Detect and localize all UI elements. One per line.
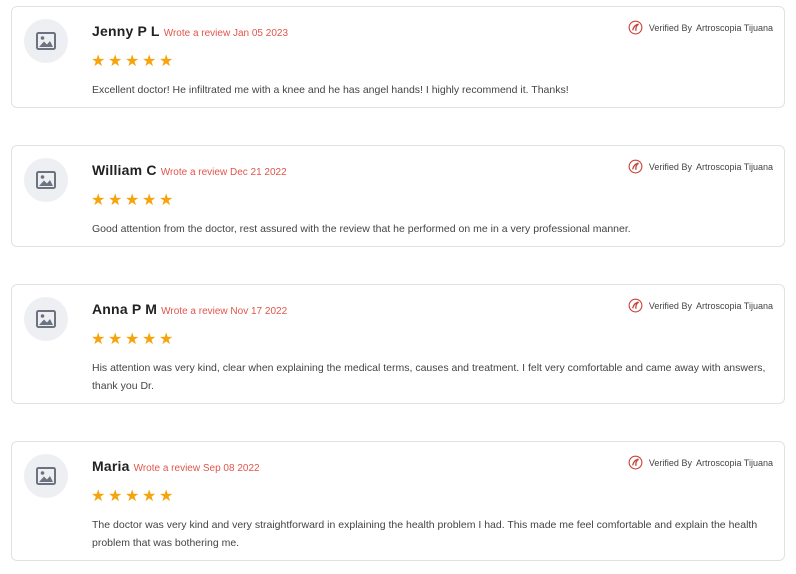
- image-placeholder-icon: [36, 171, 56, 189]
- star-icon: ★: [91, 329, 106, 348]
- clinic-logo-icon: [628, 20, 643, 35]
- review-card: Anna P M Wrote a review Nov 17 2022 Veri…: [11, 284, 785, 404]
- review-card: Maria Wrote a review Sep 08 2022 Verifie…: [11, 441, 785, 561]
- review-date: Wrote a review Jan 05 2023: [163, 28, 289, 39]
- star-icon: ★: [108, 51, 123, 70]
- star-icon: ★: [125, 190, 140, 209]
- verified-label: Verified By: [648, 457, 692, 468]
- review-card: William C Wrote a review Dec 21 2022 Ver…: [11, 145, 785, 247]
- verified-label: Verified By: [648, 300, 692, 311]
- review-date: Wrote a review Sep 08 2022: [133, 463, 260, 474]
- review-date: Wrote a review Nov 17 2022: [161, 306, 288, 317]
- star-rating: ★ ★ ★ ★ ★: [91, 53, 176, 69]
- verified-label: Verified By: [648, 22, 692, 33]
- reviewer-name: Jenny P L: [92, 23, 160, 39]
- star-icon: ★: [142, 51, 157, 70]
- verified-badge: Verified By Artroscopia Tijuana: [628, 20, 773, 35]
- verified-source: Artroscopia Tijuana: [695, 161, 773, 172]
- verified-badge: Verified By Artroscopia Tijuana: [628, 159, 773, 174]
- image-placeholder-icon: [36, 310, 56, 328]
- star-icon: ★: [108, 190, 123, 209]
- reviewer-name: William C: [92, 162, 157, 178]
- image-placeholder-icon: [36, 467, 56, 485]
- star-icon: ★: [125, 51, 140, 70]
- clinic-logo-icon: [628, 455, 643, 470]
- clinic-logo-icon: [628, 159, 643, 174]
- reviewer-name: Anna P M: [92, 301, 158, 317]
- star-rating: ★ ★ ★ ★ ★: [91, 488, 176, 504]
- star-icon: ★: [91, 51, 106, 70]
- verified-source: Artroscopia Tijuana: [695, 22, 773, 33]
- star-icon: ★: [142, 329, 157, 348]
- star-icon: ★: [159, 51, 174, 70]
- review-date: Wrote a review Dec 21 2022: [160, 167, 287, 178]
- image-placeholder-icon: [36, 32, 56, 50]
- star-icon: ★: [91, 190, 106, 209]
- star-icon: ★: [108, 486, 123, 505]
- star-icon: ★: [142, 486, 157, 505]
- clinic-logo-icon: [628, 298, 643, 313]
- star-icon: ★: [142, 190, 157, 209]
- verified-badge: Verified By Artroscopia Tijuana: [628, 298, 773, 313]
- verified-badge: Verified By Artroscopia Tijuana: [628, 455, 773, 470]
- star-icon: ★: [108, 329, 123, 348]
- verified-source: Artroscopia Tijuana: [695, 300, 773, 311]
- star-rating: ★ ★ ★ ★ ★: [91, 192, 176, 208]
- review-text: The doctor was very kind and very straig…: [92, 519, 758, 549]
- avatar: [24, 454, 68, 498]
- star-icon: ★: [159, 329, 174, 348]
- star-rating: ★ ★ ★ ★ ★: [91, 331, 176, 347]
- star-icon: ★: [91, 486, 106, 505]
- verified-source: Artroscopia Tijuana: [695, 457, 773, 468]
- review-text: Good attention from the doctor, rest ass…: [92, 223, 631, 235]
- avatar: [24, 158, 68, 202]
- avatar: [24, 19, 68, 63]
- verified-label: Verified By: [648, 161, 692, 172]
- star-icon: ★: [125, 329, 140, 348]
- review-text: Excellent doctor! He infiltrated me with…: [92, 84, 569, 96]
- star-icon: ★: [159, 190, 174, 209]
- star-icon: ★: [125, 486, 140, 505]
- star-icon: ★: [159, 486, 174, 505]
- reviewer-name: Maria: [92, 458, 130, 474]
- review-text: His attention was very kind, clear when …: [92, 362, 766, 392]
- avatar: [24, 297, 68, 341]
- review-card: Jenny P L Wrote a review Jan 05 2023 Ver…: [11, 6, 785, 108]
